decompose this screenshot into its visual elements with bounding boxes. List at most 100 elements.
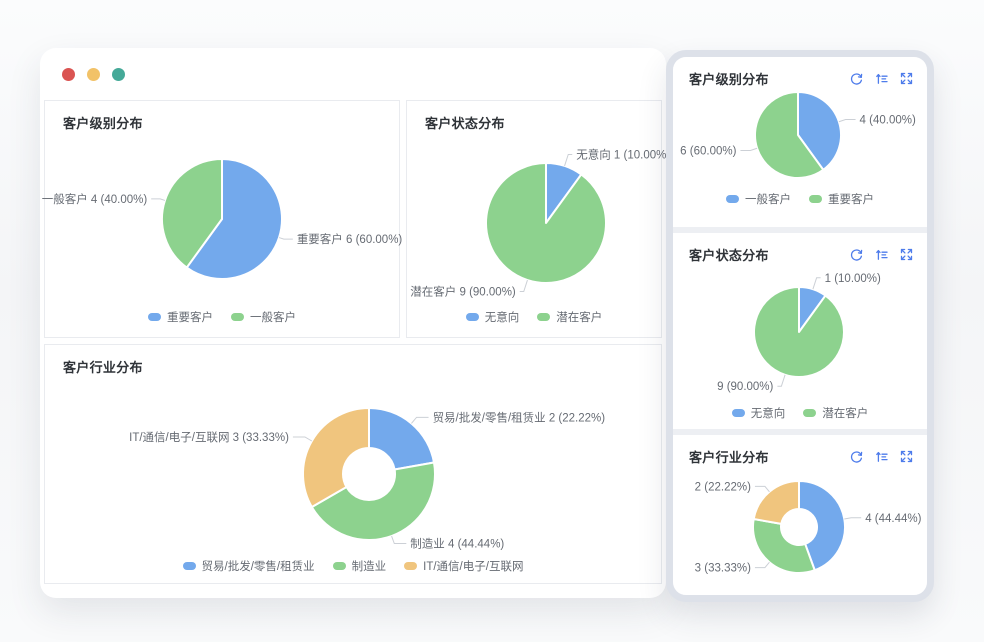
slice-label: 制造业 4 (44.44%) (410, 537, 504, 551)
legend-item-制造业[interactable]: 制造业 (333, 558, 387, 574)
panel-customer-status: 客户状态分布 无意向 1 (10.00%)潜在客户 9 (90.00%) 无意向… (406, 100, 662, 338)
panel-customer-level: 客户级别分布 重要客户 6 (60.00%) 一般客户 4 (40.00%) 重要… (44, 100, 400, 338)
pie-slice-slice-22[interactable] (754, 481, 799, 524)
legend-item-贸易/批发/零售/租赁业[interactable]: 贸易/批发/零售/租赁业 (183, 558, 315, 574)
legend-item-无意向[interactable]: 无意向 (732, 405, 786, 421)
label-connector (755, 562, 769, 567)
chart-legend: 无意向 潜在客户 (407, 309, 661, 325)
card-toolbar (849, 449, 914, 464)
card-header: 客户级别分布 (673, 57, 927, 88)
slice-label: 4 (44.44%) (865, 513, 921, 525)
legend-marker (803, 409, 816, 417)
slice-label: IT/通信/电子/互联网 3 (33.33%) (129, 430, 289, 444)
legend-marker (809, 195, 822, 203)
window-control-minimize[interactable] (87, 68, 100, 81)
label-connector (151, 199, 165, 201)
pie-slice-潜在客户[interactable] (754, 287, 844, 377)
label-connector (279, 238, 293, 240)
legend-item-一般客户[interactable]: 一般客户 (231, 309, 296, 325)
slice-label: 3 (33.33%) (695, 563, 751, 575)
sort-icon[interactable] (874, 247, 889, 262)
refresh-icon[interactable] (849, 449, 864, 464)
legend-label: 无意向 (485, 309, 520, 325)
sort-icon[interactable] (874, 449, 889, 464)
label-connector (740, 148, 757, 150)
card-header: 客户状态分布 (673, 233, 927, 264)
slice-label: 无意向 1 (10.00%) (576, 148, 670, 162)
legend-marker (333, 562, 346, 570)
card-title: 客户状态分布 (689, 245, 769, 264)
legend-label: 潜在客户 (822, 405, 868, 421)
refresh-icon[interactable] (849, 247, 864, 262)
legend-marker (466, 313, 479, 321)
legend-marker (404, 562, 417, 570)
card-title: 客户级别分布 (689, 69, 769, 88)
legend-item-潜在客户[interactable]: 潜在客户 (803, 405, 868, 421)
legend-label: 重要客户 (167, 309, 213, 325)
legend-marker (231, 313, 244, 321)
chart-legend: 贸易/批发/零售/租赁业 制造业 IT/通信/电子/互联网 (45, 558, 661, 574)
legend-marker (148, 313, 161, 321)
main-window: 客户级别分布 重要客户 6 (60.00%) 一般客户 4 (40.00%) 重要… (40, 48, 666, 598)
slice-label: 1 (10.00%) (825, 273, 881, 285)
legend-label: 制造业 (352, 558, 387, 574)
legend-marker (183, 562, 196, 570)
label-connector (844, 518, 861, 519)
chart-legend: 重要客户 一般客户 (45, 309, 399, 325)
side-card-customer-level: 客户级别分布 4 (40.00%) 6 (60.00%) 一般客户 重要客户 (673, 57, 927, 227)
panel-title: 客户状态分布 (407, 101, 661, 132)
label-connector (411, 417, 428, 423)
label-connector (839, 120, 856, 122)
pie-slice-潜在客户[interactable] (486, 163, 606, 283)
fullscreen-icon[interactable] (899, 71, 914, 86)
label-connector (293, 437, 312, 441)
window-titlebar (40, 48, 666, 100)
legend-label: 潜在客户 (556, 309, 602, 325)
customer-industry-donut-chart[interactable]: 贸易/批发/零售/租赁业 2 (22.22%) 制造业 4 (44.44%) IT/… (45, 345, 663, 585)
fullscreen-icon[interactable] (899, 247, 914, 262)
slice-label: 贸易/批发/零售/租赁业 2 (22.22%) (433, 410, 606, 424)
panel-title: 客户级别分布 (45, 101, 399, 132)
window-control-close[interactable] (62, 68, 75, 81)
legend-item-潜在客户[interactable]: 潜在客户 (537, 309, 602, 325)
slice-label: 重要客户 6 (60.00%) (297, 232, 403, 246)
customer-status-pie-chart[interactable]: 无意向 1 (10.00%)潜在客户 9 (90.00%) (407, 101, 663, 339)
window-control-maximize[interactable] (112, 68, 125, 81)
legend-item-重要客户[interactable]: 重要客户 (148, 309, 213, 325)
legend-marker (726, 195, 739, 203)
label-connector (777, 375, 785, 386)
label-connector (565, 155, 573, 166)
panel-title: 客户行业分布 (45, 345, 661, 376)
slice-label: 2 (22.22%) (695, 481, 751, 493)
legend-item-一般客户[interactable]: 一般客户 (726, 191, 791, 207)
fullscreen-icon[interactable] (899, 449, 914, 464)
legend-label: 重要客户 (828, 191, 874, 207)
side-card-customer-status: 客户状态分布 1 (10.00%) 9 (90.00%) 无意向 潜在客户 (673, 233, 927, 429)
legend-item-无意向[interactable]: 无意向 (466, 309, 520, 325)
side-card-customer-industry: 客户行业分布 4 (44.44%) 3 (33.33%) 2 (22.22%) (673, 435, 927, 595)
card-toolbar (849, 71, 914, 86)
slice-label: 9 (90.00%) (717, 381, 773, 393)
slice-label: 一般客户 4 (40.00%) (42, 192, 148, 206)
legend-label: 贸易/批发/零售/租赁业 (202, 558, 315, 574)
pie-slice-IT/通信/电子/互联网[interactable] (303, 408, 369, 507)
card-header: 客户行业分布 (673, 435, 927, 466)
label-connector (755, 486, 769, 491)
legend-item-重要客户[interactable]: 重要客户 (809, 191, 874, 207)
legend-label: IT/通信/电子/互联网 (423, 558, 523, 574)
legend-item-IT/通信/电子/互联网[interactable]: IT/通信/电子/互联网 (404, 558, 523, 574)
pie-slice-slice-33[interactable] (753, 519, 815, 573)
slice-label: 4 (40.00%) (860, 115, 916, 127)
refresh-icon[interactable] (849, 71, 864, 86)
card-title: 客户行业分布 (689, 447, 769, 466)
label-connector (520, 280, 528, 291)
legend-marker (537, 313, 550, 321)
sort-icon[interactable] (874, 71, 889, 86)
label-connector (392, 536, 407, 544)
chart-legend: 一般客户 重要客户 (673, 191, 927, 207)
slice-label: 6 (60.00%) (680, 145, 736, 157)
customer-level-pie-chart[interactable]: 重要客户 6 (60.00%) 一般客户 4 (40.00%) (45, 101, 401, 339)
label-connector (813, 278, 821, 289)
chart-legend: 无意向 潜在客户 (673, 405, 927, 421)
legend-marker (732, 409, 745, 417)
